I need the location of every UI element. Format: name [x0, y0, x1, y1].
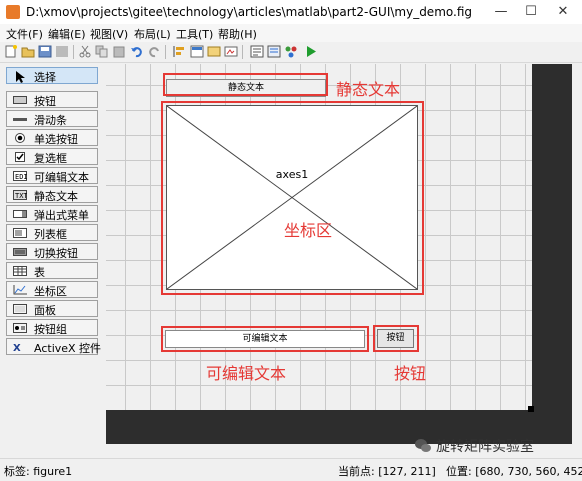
palette-item-panel[interactable]: 面板 [6, 300, 98, 317]
panel-icon [13, 304, 27, 314]
menu-file[interactable]: 文件(F) [6, 26, 43, 42]
button-group-icon [13, 323, 27, 333]
palette-item-checkbox[interactable]: 复选框 [6, 148, 98, 165]
palette-item-static-text[interactable]: TXT 静态文本 [6, 186, 98, 203]
svg-text:X: X [13, 343, 21, 352]
annotation-box-static [163, 73, 328, 96]
palette-item-toggle[interactable]: 切换按钮 [6, 243, 98, 260]
menu-help[interactable]: 帮助(H) [218, 26, 257, 42]
toolbar [0, 42, 582, 63]
svg-text:EDIT: EDIT [15, 173, 27, 181]
object-browser-icon[interactable] [284, 45, 298, 58]
title-bar: D:\xmov\projects\gitee\technology\articl… [0, 0, 582, 25]
toolbar-separator [165, 45, 166, 59]
svg-text:TXT: TXT [15, 192, 27, 200]
figure-outside-area [532, 64, 572, 444]
component-palette: 选择 按钮 滑动条 单选按钮 复选框 EDIT 可编辑文本 TXT 静态文本 弹… [0, 63, 104, 458]
figure-resize-handle[interactable] [528, 406, 534, 412]
matlab-guide-icon [6, 5, 20, 19]
window-title: D:\xmov\projects\gitee\technology\articl… [26, 5, 472, 19]
disabled-save-icon [55, 45, 69, 58]
status-bar: 标签: figure1 当前点: [127, 211] 位置: [680, 73… [0, 458, 582, 481]
cut-icon[interactable] [78, 45, 92, 58]
menu-edit[interactable]: 编辑(E) [48, 26, 86, 42]
palette-item-radio[interactable]: 单选按钮 [6, 129, 98, 146]
palette-item-table[interactable]: 表 [6, 262, 98, 279]
popup-menu-icon [13, 209, 27, 219]
minimize-button[interactable]: — [486, 2, 516, 22]
property-inspector-icon[interactable] [267, 45, 281, 58]
annotation-label-axes: 坐标区 [284, 221, 333, 240]
tab-order-icon[interactable] [207, 45, 221, 58]
toggle-icon [13, 247, 27, 257]
wechat-icon [414, 438, 432, 454]
annotation-box-button [373, 325, 419, 352]
annotation-label-static: 静态文本 [336, 80, 401, 99]
vertical-scrollbar[interactable] [572, 64, 582, 444]
open-icon[interactable] [21, 45, 35, 58]
run-icon[interactable] [304, 45, 318, 58]
palette-item-popup-menu[interactable]: 弹出式菜单 [6, 205, 98, 222]
annotation-box-axes [161, 101, 424, 295]
edit-text-icon: EDIT [13, 171, 33, 181]
annotation-label-edit: 可编辑文本 [206, 364, 287, 383]
static-text-icon: TXT [13, 190, 28, 200]
menu-tools[interactable]: 工具(T) [176, 26, 213, 42]
align-icon[interactable] [172, 45, 186, 58]
toolbar-editor-icon[interactable] [224, 45, 238, 58]
slider-icon [13, 114, 27, 124]
cursor-icon [13, 71, 27, 83]
toolbar-separator [73, 45, 74, 59]
save-icon[interactable] [38, 45, 52, 58]
paste-icon[interactable] [112, 45, 126, 58]
menu-layout[interactable]: 布局(L) [134, 26, 171, 42]
palette-item-pushbutton[interactable]: 按钮 [6, 91, 98, 108]
activex-icon: X [13, 342, 27, 354]
new-icon[interactable] [4, 45, 18, 58]
palette-item-select[interactable]: 选择 [6, 67, 98, 84]
redo-icon[interactable] [147, 45, 161, 58]
annotation-label-button: 按钮 [394, 364, 427, 383]
undo-icon[interactable] [130, 45, 144, 58]
radio-icon [13, 133, 27, 143]
pushbutton-icon [13, 95, 27, 105]
annotation-box-edit [161, 326, 369, 352]
palette-item-listbox[interactable]: 列表框 [6, 224, 98, 241]
status-current-point: 当前点: [127, 211] [338, 465, 436, 478]
checkbox-icon [13, 152, 27, 162]
palette-item-button-group[interactable]: 按钮组 [6, 319, 98, 336]
watermark-text: 旋转矩阵实验室 [436, 439, 534, 455]
palette-item-activex[interactable]: X ActiveX 控件 [6, 338, 101, 355]
toolbar-separator [242, 45, 243, 59]
maximize-button[interactable]: ☐ [516, 2, 546, 22]
palette-item-slider[interactable]: 滑动条 [6, 110, 98, 127]
palette-item-axes[interactable]: 坐标区 [6, 281, 98, 298]
menu-bar: 文件(F) 编辑(E) 视图(V) 布局(L) 工具(T) 帮助(H) [0, 24, 582, 42]
close-button[interactable]: ✕ [548, 2, 578, 22]
listbox-icon [13, 228, 27, 238]
status-position: 位置: [680, 730, 560, 452] [446, 465, 582, 478]
menu-view[interactable]: 视图(V) [90, 26, 128, 42]
status-tag: 标签: figure1 [4, 465, 73, 478]
palette-item-edit-text[interactable]: EDIT 可编辑文本 [6, 167, 98, 184]
axes-icon [13, 285, 27, 295]
menu-editor-icon[interactable] [190, 45, 204, 58]
editor-icon[interactable] [250, 45, 264, 58]
table-icon [13, 266, 27, 276]
copy-icon[interactable] [95, 45, 109, 58]
